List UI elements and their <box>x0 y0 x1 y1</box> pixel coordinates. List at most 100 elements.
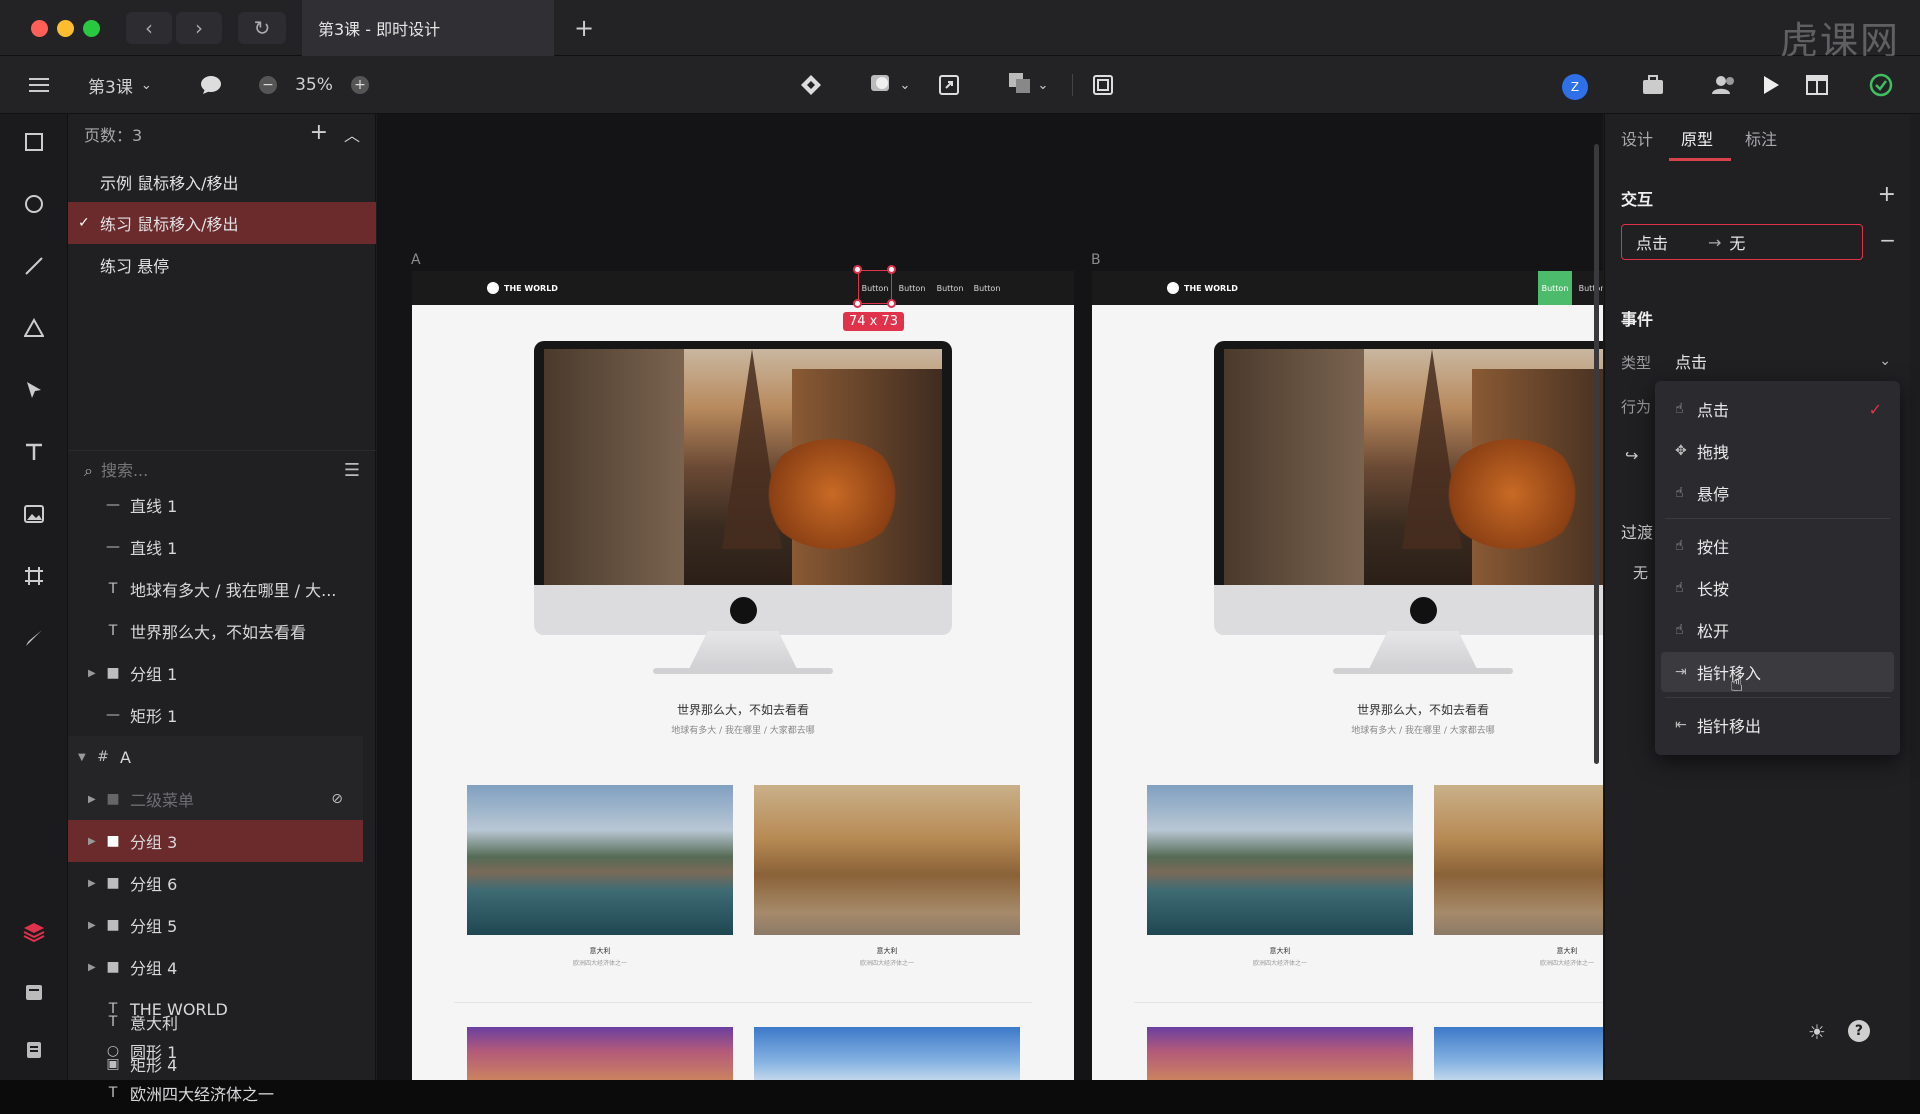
triangle-tool-icon[interactable] <box>22 316 46 340</box>
caret-right-icon[interactable]: ▶ <box>88 878 102 889</box>
canvas-scrollbar[interactable] <box>1594 144 1599 764</box>
layer-row[interactable]: ▶ ■ 分组 6 <box>68 862 363 904</box>
layer-row[interactable]: T 世界那么大，不如去看看 <box>68 610 363 652</box>
dropdown-item-pointer-leave[interactable]: ⇤ 指针移出 <box>1661 705 1894 745</box>
page-item[interactable]: 练习 悬停 <box>68 244 376 286</box>
dropdown-item-hover[interactable]: ☝ 悬停 <box>1661 473 1894 513</box>
layers-icon[interactable] <box>22 920 46 944</box>
zoom-level[interactable]: 35% <box>294 70 334 100</box>
filter-icon[interactable]: ☰ <box>344 460 360 481</box>
layer-row-hidden[interactable]: ▶ ■ 二级菜单 ⊘ <box>68 778 363 820</box>
maximize-window-button[interactable] <box>83 20 100 37</box>
minimize-window-button[interactable] <box>57 20 74 37</box>
layer-row[interactable]: — 直线 1 <box>68 526 363 568</box>
add-page-button[interactable]: + <box>310 120 328 145</box>
caret-right-icon[interactable]: ▶ <box>88 920 102 931</box>
artboard-a[interactable]: THE WORLD Button Button Button Button 世界… <box>412 271 1074 1080</box>
selection-box[interactable] <box>858 270 892 304</box>
layer-row[interactable]: ▶ ■ 分组 5 <box>68 904 363 946</box>
caret-right-icon[interactable]: ▶ <box>88 836 102 847</box>
user-avatar[interactable]: Z <box>1562 74 1588 100</box>
text-tool-icon[interactable] <box>22 440 46 464</box>
layer-row-frame[interactable]: ▼ # A <box>68 736 363 778</box>
frame-tool-icon[interactable] <box>22 564 46 588</box>
layer-row[interactable]: ▶ ■ 分组 4 <box>68 946 363 988</box>
forward-button[interactable]: › <box>176 12 222 44</box>
dropdown-item-release[interactable]: ☝ 松开 <box>1661 610 1894 650</box>
plugin-icon[interactable] <box>1640 70 1666 100</box>
reload-button[interactable]: ↻ <box>238 12 286 44</box>
nav-button[interactable]: Button <box>895 280 929 296</box>
eye-hidden-icon[interactable]: ⊘ <box>331 791 343 807</box>
layer-row[interactable]: T 地球有多大 / 我在哪里 / 大... <box>68 568 363 610</box>
layer-row[interactable]: ▶ ■ 分组 1 <box>68 652 363 694</box>
artboard-b-label[interactable]: B <box>1091 252 1101 268</box>
back-button[interactable]: ‹ <box>126 12 172 44</box>
selection-handle[interactable] <box>887 265 896 274</box>
page-item[interactable]: 示例 鼠标移入/移出 <box>68 161 376 203</box>
zoom-in-button[interactable]: + <box>350 70 370 100</box>
layer-row[interactable]: ▣ 矩形 4 <box>68 1043 363 1085</box>
resize-icon[interactable] <box>936 70 962 100</box>
event-type-select[interactable]: 点击 ⌄ <box>1675 346 1895 376</box>
collapse-pages-icon[interactable]: ︿ <box>344 122 360 146</box>
frame-layout-icon[interactable] <box>1090 70 1116 100</box>
artboard-b[interactable]: THE WORLD Button Button 世界那么大，不如去看看 地球有多… <box>1092 271 1603 1080</box>
transition-value[interactable]: 无 <box>1633 562 1648 583</box>
document-tab[interactable]: 第3课 - 即时设计 <box>302 0 554 56</box>
dropdown-item-click[interactable]: ☝ 点击 ✓ <box>1661 389 1894 429</box>
dropdown-item-press[interactable]: ☝ 按住 <box>1661 526 1894 566</box>
boolean-dropdown[interactable]: ⌄ <box>1004 70 1052 100</box>
new-tab-button[interactable]: + <box>574 14 594 42</box>
mask-dropdown[interactable]: ⌄ <box>866 70 914 100</box>
tab-design[interactable]: 设计 <box>1621 126 1653 150</box>
selection-handle[interactable] <box>853 265 862 274</box>
add-interaction-button[interactable]: + <box>1878 182 1896 207</box>
layout-panel-icon[interactable] <box>1804 70 1830 100</box>
share-users-icon[interactable] <box>1710 70 1738 100</box>
ellipse-tool-icon[interactable] <box>22 192 46 216</box>
tab-annotate[interactable]: 标注 <box>1745 126 1777 150</box>
dropdown-item-drag[interactable]: ✥ 拖拽 <box>1661 431 1894 471</box>
play-preview-icon[interactable] <box>1758 70 1784 100</box>
pen-tool-icon[interactable] <box>22 378 46 402</box>
brush-tool-icon[interactable] <box>22 626 46 650</box>
return-arrow-icon[interactable]: ↪ <box>1625 446 1638 465</box>
selection-handle[interactable] <box>853 299 862 308</box>
layer-row[interactable]: — 直线 1 <box>68 484 363 526</box>
nav-button[interactable]: Button <box>970 280 1004 296</box>
close-window-button[interactable] <box>31 20 48 37</box>
remove-interaction-button[interactable]: − <box>1879 228 1896 252</box>
nav-button[interactable]: Button <box>933 280 967 296</box>
dropdown-item-long-press[interactable]: ☝ 长按 <box>1661 568 1894 608</box>
zoom-out-button[interactable]: − <box>258 70 278 100</box>
artboard-a-label[interactable]: A <box>411 252 421 268</box>
tab-prototype[interactable]: 原型 <box>1681 126 1713 150</box>
layer-row[interactable]: — 矩形 1 <box>68 694 363 736</box>
caret-right-icon[interactable]: ▶ <box>88 794 102 805</box>
page-item-active[interactable]: ✓ 练习 鼠标移入/移出 <box>68 202 376 244</box>
help-icon[interactable]: ? <box>1847 1020 1870 1042</box>
layer-row-selected[interactable]: ▶ ■ 分组 3 <box>68 820 363 862</box>
nav-button-hovered[interactable]: Button <box>1538 271 1572 305</box>
file-name-dropdown[interactable]: 第3课 ⌄ <box>88 70 168 100</box>
interaction-item[interactable]: 点击 → 无 <box>1621 224 1863 260</box>
line-icon: — <box>106 539 120 555</box>
hamburger-icon[interactable] <box>26 70 52 100</box>
component-icon[interactable] <box>798 70 824 100</box>
caret-down-icon[interactable]: ▼ <box>78 752 92 763</box>
layer-row[interactable]: T 意大利 <box>68 1001 363 1043</box>
selection-handle[interactable] <box>887 299 896 308</box>
notes-icon[interactable] <box>22 1038 46 1062</box>
theme-toggle-icon[interactable]: ☀ <box>1808 1020 1826 1044</box>
layer-search-input[interactable] <box>100 461 321 480</box>
dropdown-item-pointer-enter[interactable]: ⇥ 指针移入 <box>1661 652 1894 692</box>
design-canvas[interactable]: A B THE WORLD Button Button Button Butto… <box>377 114 1603 1080</box>
assets-icon[interactable] <box>22 980 46 1004</box>
comment-icon[interactable] <box>198 70 224 100</box>
line-tool-icon[interactable] <box>22 254 46 278</box>
caret-right-icon[interactable]: ▶ <box>88 962 102 973</box>
caret-right-icon[interactable]: ▶ <box>88 668 102 679</box>
image-tool-icon[interactable] <box>22 502 46 526</box>
rectangle-tool-icon[interactable] <box>22 130 46 154</box>
